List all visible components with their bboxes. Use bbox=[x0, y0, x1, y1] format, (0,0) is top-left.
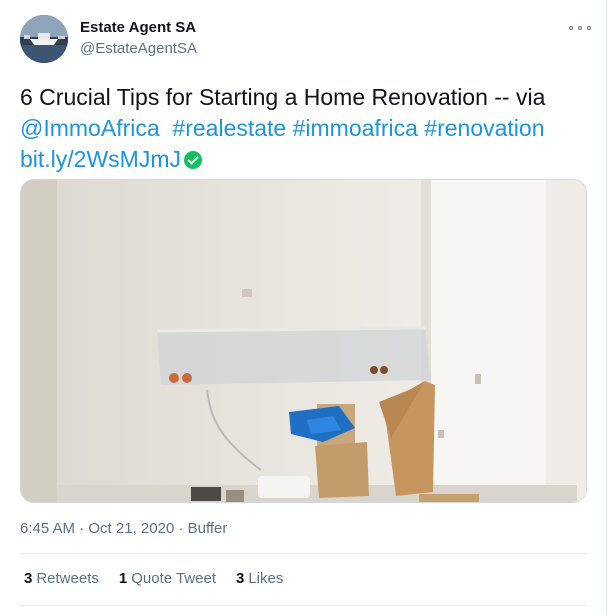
tweet-time[interactable]: 6:45 AM bbox=[20, 520, 75, 537]
display-name[interactable]: Estate Agent SA bbox=[80, 19, 196, 36]
hashtag-link[interactable]: #immoafrica bbox=[293, 115, 418, 141]
tweet-media-image[interactable] bbox=[20, 179, 587, 503]
retweets-stat[interactable]: 3 Retweets bbox=[24, 570, 99, 587]
quote-count: 1 bbox=[118, 570, 128, 587]
more-options-icon[interactable] bbox=[569, 19, 591, 37]
tweet-date[interactable]: Oct 21, 2020 bbox=[88, 520, 174, 537]
tweet-source[interactable]: Buffer bbox=[188, 520, 228, 537]
hashtag-link[interactable]: #realestate bbox=[172, 115, 286, 141]
green-check-icon bbox=[184, 151, 202, 169]
likes-count: 3 bbox=[236, 570, 245, 587]
meta-separator: · bbox=[79, 520, 85, 537]
quote-label: Quote Tweet bbox=[131, 570, 216, 587]
retweets-label: Retweets bbox=[36, 570, 99, 587]
short-url-link[interactable]: bit.ly/2WsMJmJ bbox=[20, 146, 181, 172]
retweets-count: 3 bbox=[24, 570, 33, 587]
user-handle[interactable]: @EstateAgentSA bbox=[80, 40, 197, 57]
mention-link[interactable]: @ImmoAfrica bbox=[20, 115, 160, 141]
tweet-text-line: 6 Crucial Tips for Starting a Home Renov… bbox=[20, 84, 546, 110]
quote-tweets-stat[interactable]: 1 Quote Tweet bbox=[119, 570, 216, 587]
engagement-stats: 3 Retweets 1 Quote Tweet 3 Likes bbox=[24, 570, 303, 587]
meta-separator: · bbox=[178, 520, 184, 537]
likes-stat[interactable]: 3 Likes bbox=[236, 570, 283, 587]
likes-label: Likes bbox=[248, 570, 284, 587]
hashtag-link[interactable]: #renovation bbox=[424, 115, 544, 141]
tweet-text: 6 Crucial Tips for Starting a Home Renov… bbox=[20, 82, 590, 175]
tweet-card: Estate Agent SA @EstateAgentSA 6 Crucial… bbox=[0, 0, 607, 615]
avatar[interactable] bbox=[20, 15, 68, 63]
tweet-meta: 6:45 AM · Oct 21, 2020 · Buffer bbox=[20, 520, 227, 537]
divider bbox=[20, 605, 587, 606]
divider bbox=[20, 553, 587, 554]
